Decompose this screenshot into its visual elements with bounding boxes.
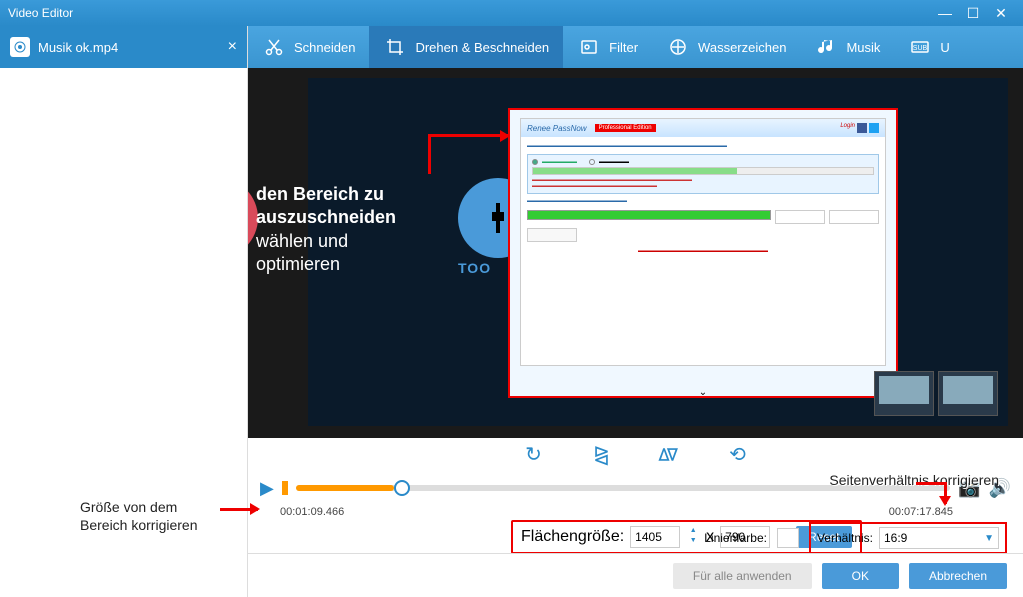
close-button[interactable]: ✕ [987,4,1015,22]
ratio-label: Verhältnis: [817,531,873,545]
tab-label: Drehen & Beschneiden [415,40,549,55]
linecolor-swatch[interactable] [777,528,799,548]
width-spinner[interactable]: ▲▼ [686,527,700,547]
tab-label: Filter [609,40,638,55]
tab-music[interactable]: Musik [800,26,894,68]
timeline-start-marker[interactable] [282,481,288,495]
maximize-button[interactable]: ☐ [959,4,987,22]
file-icon [10,37,30,57]
linecolor-label: Linienfarbe: [704,531,767,545]
thumbnail-strip [874,371,998,416]
chevron-down-icon: ▼ [984,533,994,544]
play-button[interactable]: ▶ [260,478,274,499]
file-tab[interactable]: Musik ok.mp4 × [0,26,247,68]
current-time: 00:01:09.466 [280,506,344,518]
flip-horizontal-button[interactable]: ⧎ [588,442,616,467]
annotation-arrow-size [220,508,258,511]
width-input[interactable] [630,526,680,548]
tab-subtitle[interactable]: SUB U [894,26,963,68]
crop-icon [383,35,407,59]
preview-area: GO TOO Renee PassNow Professional Editio… [248,68,1023,438]
preview-app-badge: Professional Edition [595,124,656,132]
reset-transform-button[interactable]: ⟲ [724,442,752,467]
transform-toolbar: ↻ ⧎ ⧎ ⟲ [248,438,1023,470]
tabbar: Schneiden Drehen & Beschneiden Filter Wa… [248,26,1023,68]
music-icon [814,35,838,59]
total-time: 00:07:17.845 [889,506,953,518]
preview-app-title: Renee PassNow [527,124,587,133]
annotation-size-text: Größe von dem Bereich korrigieren [80,498,198,534]
tab-filter[interactable]: Filter [563,26,652,68]
subtitle-icon: SUB [908,35,932,59]
bg-figure-left [248,178,258,258]
chevron-down-icon[interactable]: ⌄ [699,387,707,398]
controls-panel: Flächengröße: ▲▼ x ▲▼ Reset Originalgröß… [248,518,1023,528]
tab-label: Wasserzeichen [698,40,786,55]
thumbnail[interactable] [874,371,934,416]
apply-all-button[interactable]: Für alle anwenden [673,563,812,589]
rotate-right-button[interactable]: ↻ [520,442,548,467]
ratio-select[interactable]: 16:9 ▼ [879,527,999,549]
footer: Für alle anwenden OK Abbrechen [248,553,1023,597]
bg-label-right: TOO [458,260,491,276]
minimize-button[interactable]: — [931,4,959,22]
tab-watermark[interactable]: Wasserzeichen [652,26,800,68]
flip-vertical-button[interactable]: ⧎ [656,442,684,467]
svg-text:SUB: SUB [913,45,928,52]
video-frame[interactable]: GO TOO Renee PassNow Professional Editio… [308,78,1008,426]
scissors-icon [262,35,286,59]
close-file-icon[interactable]: × [228,38,237,56]
app-title: Video Editor [8,6,73,20]
preview-app-window: Renee PassNow Professional Edition Login… [520,118,886,366]
filter-icon [577,35,601,59]
file-name: Musik ok.mp4 [38,40,118,55]
tab-label: U [940,40,949,55]
thumbnail[interactable] [938,371,998,416]
annotation-ratio-text: Seitenverhältnis korrigieren [829,472,999,488]
annotation-arrow-ratio [944,482,947,504]
titlebar: Video Editor — ☐ ✕ [0,0,1023,26]
timeline-thumb[interactable] [394,480,410,496]
ratio-group: Linienfarbe: Verhältnis: 16:9 ▼ [704,522,1007,554]
tab-rotate-crop[interactable]: Drehen & Beschneiden [369,26,563,68]
watermark-icon [666,35,690,59]
size-label: Flächengröße: [521,528,624,546]
ok-button[interactable]: OK [822,563,899,589]
cancel-button[interactable]: Abbrechen [909,563,1007,589]
crop-box[interactable]: Renee PassNow Professional Edition Login… [508,108,898,398]
annotation-arrow-crop [428,134,508,174]
tab-label: Musik [846,40,880,55]
ratio-value: 16:9 [884,531,907,545]
tab-cut[interactable]: Schneiden [248,26,369,68]
tab-label: Schneiden [294,40,355,55]
